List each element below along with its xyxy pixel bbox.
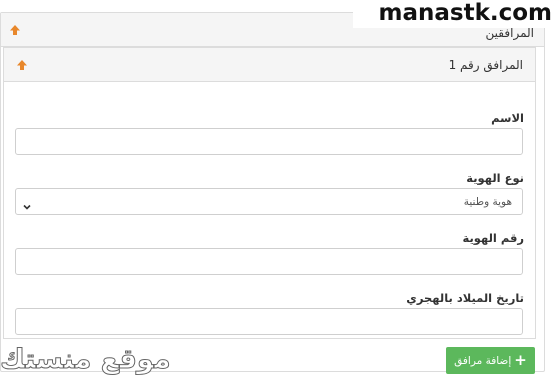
birth-date-label: تاريخ الميلاد بالهجري [406,291,524,305]
id-type-label: نوع الهوية [466,171,524,185]
companion-1-header: المرافق رقم 1 [4,48,535,82]
id-number-label: رقم الهوية [462,231,524,245]
site-watermark: manastk.com [353,0,553,28]
name-input[interactable] [15,128,523,155]
site-watermark-arabic: موقع منستك [0,344,172,376]
chevron-down-icon [22,197,32,210]
id-number-input[interactable] [15,248,523,275]
id-type-select[interactable]: هوية وطنية [15,188,523,215]
companion-1-title: المرافق رقم 1 [448,57,523,72]
plus-icon: + [514,351,527,369]
arrow-up-icon[interactable] [9,24,21,36]
arrow-up-icon[interactable] [16,59,28,71]
companion-1-panel: المرافق رقم 1 الاسم نوع الهوية هوية وطني… [3,47,536,339]
add-companion-button[interactable]: + إضافة مرافق [446,347,535,374]
id-type-selected-value: هوية وطنية [463,195,512,208]
name-label: الاسم [491,111,524,125]
birth-date-input[interactable] [15,308,523,335]
add-companion-label: إضافة مرافق [454,354,512,367]
